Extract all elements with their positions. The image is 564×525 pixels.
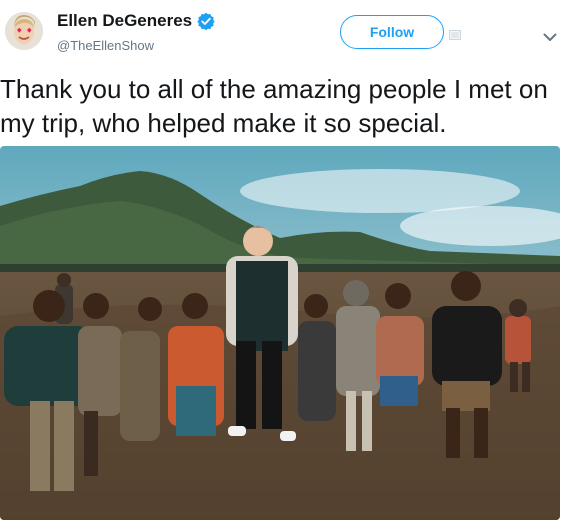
author-name[interactable]: Ellen DeGeneres	[57, 11, 192, 31]
tweet-text: Thank you to all of the amazing people I…	[0, 74, 548, 138]
author-avatar[interactable]	[5, 12, 43, 50]
tweet-photo-image	[0, 146, 560, 520]
avatar-image	[5, 12, 43, 50]
chevron-down-icon[interactable]	[543, 29, 557, 41]
follow-button[interactable]: Follow	[340, 15, 444, 49]
tweet-photo[interactable]	[0, 146, 560, 520]
image-icon	[449, 27, 461, 40]
author-handle[interactable]: @TheEllenShow	[57, 38, 154, 53]
author-name-row: Ellen DeGeneres	[57, 11, 215, 31]
verified-badge-icon	[197, 12, 215, 31]
